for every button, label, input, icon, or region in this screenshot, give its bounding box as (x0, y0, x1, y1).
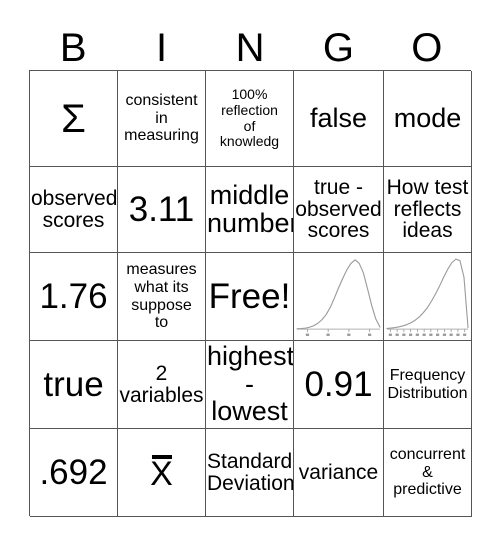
bingo-header-letter-b: B (59, 26, 87, 70)
negatively-skewed-distribution-chart (384, 253, 471, 340)
bingo-cell-r5-c4[interactable]: variance (294, 429, 384, 517)
bingo-cell-r5-c2[interactable]: X (118, 429, 206, 517)
bingo-cell-label: variance (298, 460, 379, 484)
bingo-cell-label: observed scores (31, 186, 118, 232)
bingo-cell-r3-c2[interactable]: measures what its suppose to (118, 253, 206, 341)
bingo-cell-r1-c2[interactable]: consistent in measuring (118, 71, 206, 167)
bingo-cell-label: 2 variables (119, 361, 204, 407)
bingo-card: B I N G O Σconsistent in measuring 100% r… (0, 0, 500, 544)
bingo-cell-label: .692 (39, 453, 108, 492)
bingo-cell-r4-c4[interactable]: 0.91 (294, 341, 384, 429)
normal-distribution-chart (294, 253, 383, 340)
bingo-cell-label: 0.91 (304, 365, 373, 404)
bingo-cell-label: concurrent & predictive (389, 445, 466, 499)
bingo-cell-r2-c2[interactable]: 3.11 (118, 167, 206, 253)
bingo-cell-label: 1.76 (39, 277, 108, 316)
bingo-cell-label: true (43, 365, 104, 404)
bingo-cell-label: How test reflects ideas (386, 175, 469, 243)
bingo-cell-label: Σ (61, 96, 86, 141)
bingo-header-letter-n: N (235, 26, 265, 70)
bingo-cell-r1-c4[interactable]: false (294, 71, 384, 167)
bingo-cell-label: measures what its suppose to (126, 260, 197, 332)
bingo-grid: Σconsistent in measuring 100% reflection … (29, 70, 472, 517)
bingo-header-letter-o: O (411, 26, 443, 70)
bingo-cell-r1-c3[interactable]: 100% reflection of knowledg (206, 71, 294, 167)
bingo-cell-r5-c3[interactable]: Standard Deviation (206, 429, 294, 517)
bingo-cell-r4-c5[interactable]: Frequency Distribution (384, 341, 472, 429)
bingo-cell-chart-negatively-skewed-distribution[interactable] (384, 253, 472, 341)
bingo-cell-r2-c4[interactable]: true - observed scores (294, 167, 384, 253)
bingo-cell-label: true - observed scores (295, 175, 382, 243)
bingo-cell-label: Free! (208, 277, 291, 316)
bingo-cell-label: 3.11 (128, 190, 195, 229)
overbar-icon (151, 454, 172, 459)
bingo-cell-label: false (309, 102, 368, 133)
bingo-cell-r2-c1[interactable]: observed scores (30, 167, 118, 253)
bingo-cell-label: highest - lowest (207, 341, 294, 427)
bingo-cell-r4-c3[interactable]: highest - lowest (206, 341, 294, 429)
bingo-cell-r2-c5[interactable]: How test reflects ideas (384, 167, 472, 253)
bingo-cell-chart-normal-distribution[interactable] (294, 253, 384, 341)
bingo-cell-label: Standard Deviation (207, 449, 294, 495)
bingo-cell-label: mode (393, 102, 462, 133)
bingo-cell-r4-c2[interactable]: 2 variables (118, 341, 206, 429)
bingo-header-letter-g: G (322, 26, 354, 70)
bingo-cell-r2-c3[interactable]: middle number (206, 167, 294, 253)
bingo-cell-r4-c1[interactable]: true (30, 341, 118, 429)
bingo-cell-r1-c1[interactable]: Σ (30, 71, 118, 167)
bingo-cell-label: middle number (207, 179, 294, 238)
bingo-cell-r1-c5[interactable]: mode (384, 71, 472, 167)
bingo-cell-label: Frequency Distribution (387, 366, 468, 402)
bingo-cell-r3-c1[interactable]: 1.76 (30, 253, 118, 341)
bingo-cell-r5-c5[interactable]: concurrent & predictive (384, 429, 472, 517)
bingo-cell-r5-c1[interactable]: .692 (30, 429, 118, 517)
bingo-header-row: B I N G O (29, 18, 471, 70)
bingo-cell-label: consistent in measuring (124, 91, 199, 145)
x-bar-glyph: X (150, 454, 173, 493)
bingo-cell-r3-c3[interactable]: Free! (206, 253, 294, 341)
bingo-header-letter-i: I (156, 26, 168, 70)
bingo-cell-label: 100% reflection of knowledg (219, 85, 280, 150)
